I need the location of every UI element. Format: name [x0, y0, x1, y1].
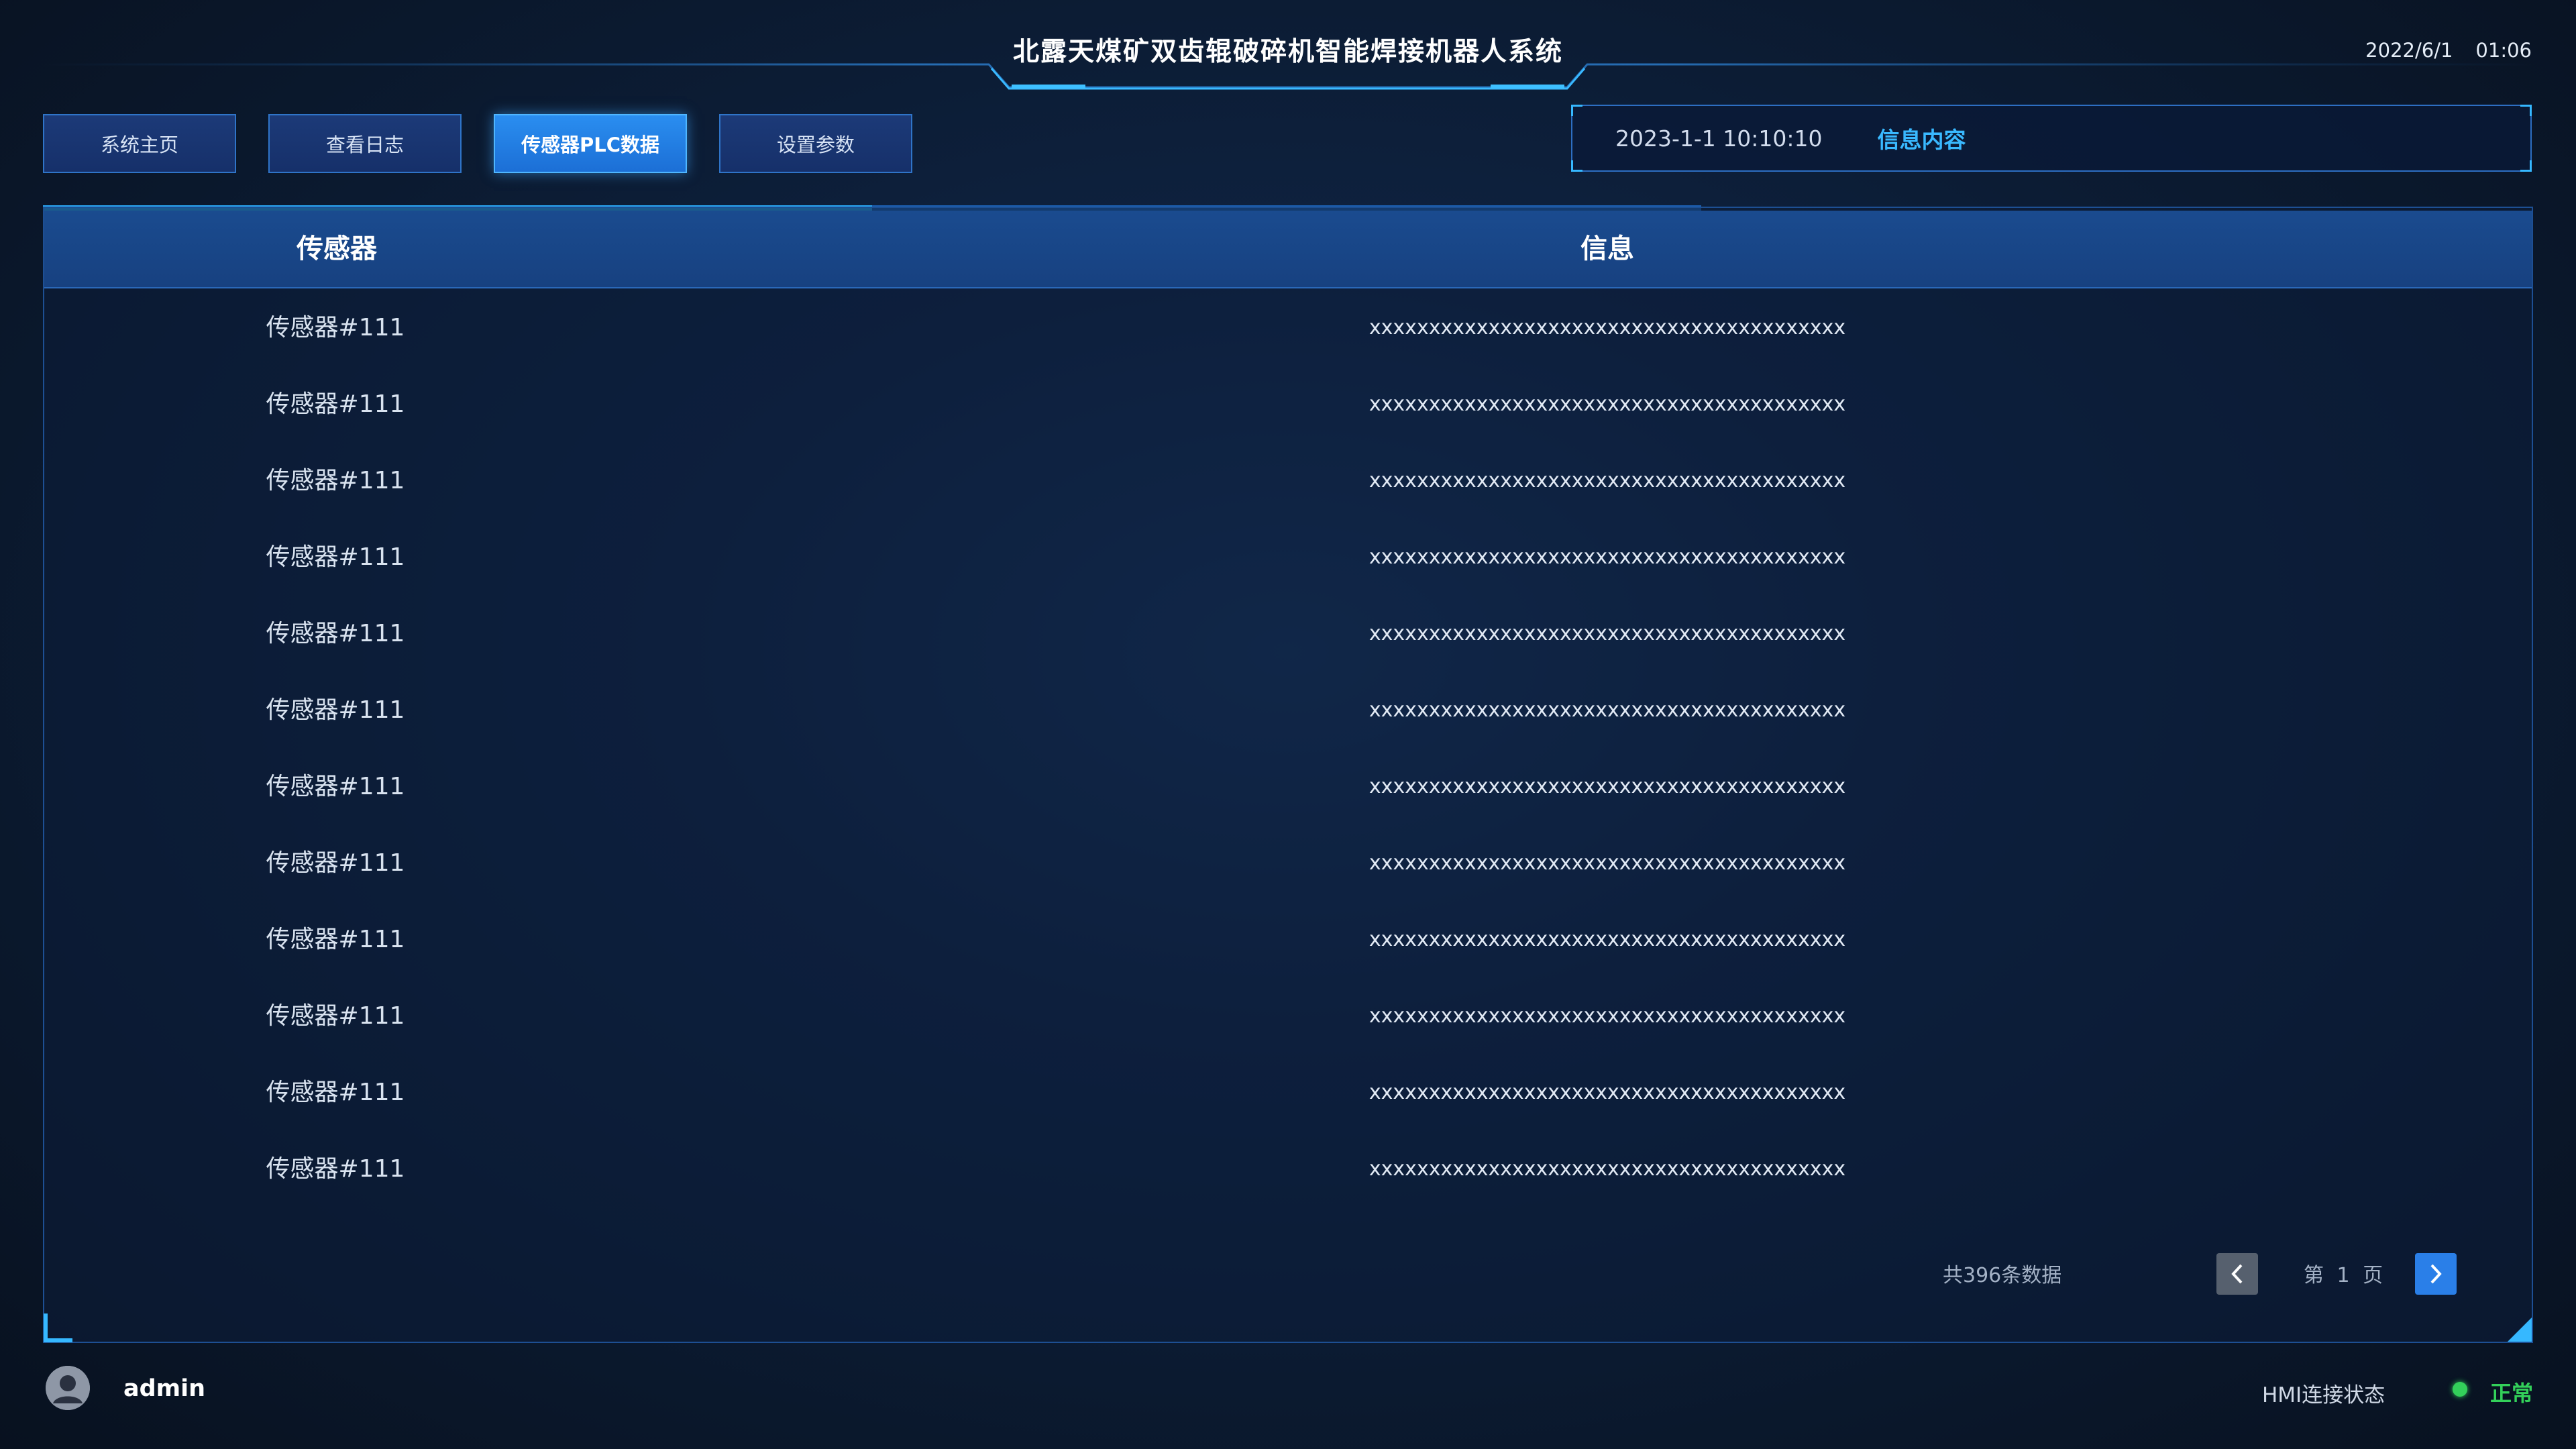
table-row[interactable]: 传感器#111 xxxxxxxxxxxxxxxxxxxxxxxxxxxxxxxx…: [44, 672, 2532, 749]
sensor-cell: 传感器#111: [266, 467, 405, 494]
corner-decoration: [2508, 1318, 2532, 1342]
hmi-connection-label: HMI连接状态: [2262, 1383, 2385, 1407]
corner-decoration: [1571, 105, 1582, 116]
sensor-cell: 传感器#111: [266, 1079, 405, 1106]
chevron-right-icon: [2430, 1264, 2442, 1284]
nav-button-logs[interactable]: 查看日志: [268, 114, 462, 173]
table-row[interactable]: 传感器#111 xxxxxxxxxxxxxxxxxxxxxxxxxxxxxxxx…: [44, 749, 2532, 825]
info-panel: 2023-1-1 10:10:10 信息内容: [1571, 105, 2532, 172]
status-indicator-icon: [2453, 1382, 2467, 1397]
info-cell: xxxxxxxxxxxxxxxxxxxxxxxxxxxxxxxxxxxxxxxx: [1368, 698, 1846, 722]
sensor-cell: 传感器#111: [266, 314, 405, 341]
info-cell: xxxxxxxxxxxxxxxxxxxxxxxxxxxxxxxxxxxxxxxx: [1368, 316, 1846, 339]
sensor-cell: 传感器#111: [266, 390, 405, 418]
table-row[interactable]: 传感器#111 xxxxxxxxxxxxxxxxxxxxxxxxxxxxxxxx…: [44, 978, 2532, 1055]
connection-status: 正常: [2490, 1381, 2534, 1406]
total-count: 共396条数据: [1943, 1264, 2062, 1287]
prev-page-button[interactable]: [2216, 1253, 2258, 1295]
next-page-button[interactable]: [2415, 1253, 2457, 1295]
avatar[interactable]: [46, 1366, 90, 1410]
table-row[interactable]: 传感器#111 xxxxxxxxxxxxxxxxxxxxxxxxxxxxxxxx…: [44, 1055, 2532, 1131]
sensor-cell: 传感器#111: [266, 1002, 405, 1030]
info-cell: xxxxxxxxxxxxxxxxxxxxxxxxxxxxxxxxxxxxxxxx: [1368, 622, 1846, 645]
info-cell: xxxxxxxxxxxxxxxxxxxxxxxxxxxxxxxxxxxxxxxx: [1368, 545, 1846, 569]
corner-decoration: [44, 1313, 72, 1342]
info-cell: xxxxxxxxxxxxxxxxxxxxxxxxxxxxxxxxxxxxxxxx: [1368, 928, 1846, 951]
table-row[interactable]: 传感器#111 xxxxxxxxxxxxxxxxxxxxxxxxxxxxxxxx…: [44, 519, 2532, 596]
table-header: 传感器 信息: [44, 211, 2532, 288]
username: admin: [123, 1375, 206, 1402]
sensor-cell: 传感器#111: [266, 926, 405, 953]
user-icon: [46, 1366, 90, 1410]
header-date: 2022/6/1: [2365, 39, 2453, 62]
corner-decoration: [2520, 160, 2532, 172]
table-row[interactable]: 传感器#111 xxxxxxxxxxxxxxxxxxxxxxxxxxxxxxxx…: [44, 902, 2532, 978]
chevron-left-icon: [2231, 1264, 2243, 1284]
header-datetime: 2022/6/1 01:06: [2365, 39, 2532, 62]
table-row[interactable]: 传感器#111 xxxxxxxxxxxxxxxxxxxxxxxxxxxxxxxx…: [44, 443, 2532, 519]
table-row[interactable]: 传感器#111 xxxxxxxxxxxxxxxxxxxxxxxxxxxxxxxx…: [44, 825, 2532, 902]
info-cell: xxxxxxxxxxxxxxxxxxxxxxxxxxxxxxxxxxxxxxxx: [1368, 851, 1846, 875]
column-header-info: 信息: [1580, 233, 1634, 264]
info-cell: xxxxxxxxxxxxxxxxxxxxxxxxxxxxxxxxxxxxxxxx: [1368, 1004, 1846, 1028]
info-content: 信息内容: [1877, 127, 1966, 153]
sensor-table: 传感器 信息 传感器#111 xxxxxxxxxxxxxxxxxxxxxxxxx…: [43, 207, 2533, 1343]
sensor-cell: 传感器#111: [266, 773, 405, 800]
info-cell: xxxxxxxxxxxxxxxxxxxxxxxxxxxxxxxxxxxxxxxx: [1368, 775, 1846, 798]
nav-button-sensor-plc-data[interactable]: 传感器PLC数据: [494, 114, 687, 173]
sensor-cell: 传感器#111: [266, 543, 405, 571]
table-row[interactable]: 传感器#111 xxxxxxxxxxxxxxxxxxxxxxxxxxxxxxxx…: [44, 366, 2532, 443]
sensor-cell: 传感器#111: [266, 1155, 405, 1183]
sensor-cell: 传感器#111: [266, 849, 405, 877]
info-cell: xxxxxxxxxxxxxxxxxxxxxxxxxxxxxxxxxxxxxxxx: [1368, 1081, 1846, 1104]
info-timestamp: 2023-1-1 10:10:10: [1615, 125, 1823, 152]
app-window: 北露天煤矿双齿辊破碎机智能焊接机器人系统 2022/6/1 01:06 系统主页…: [0, 0, 2576, 1449]
page-title: 北露天煤矿双齿辊破碎机智能焊接机器人系统: [1012, 37, 1563, 67]
header-time: 01:06: [2475, 39, 2532, 62]
nav-button-home[interactable]: 系统主页: [43, 114, 236, 173]
info-cell: xxxxxxxxxxxxxxxxxxxxxxxxxxxxxxxxxxxxxxxx: [1368, 1157, 1846, 1181]
sensor-cell: 传感器#111: [266, 620, 405, 647]
table-row[interactable]: 传感器#111 xxxxxxxxxxxxxxxxxxxxxxxxxxxxxxxx…: [44, 290, 2532, 366]
page-indicator: 第 1 页: [2304, 1264, 2383, 1287]
table-row[interactable]: 传感器#111 xxxxxxxxxxxxxxxxxxxxxxxxxxxxxxxx…: [44, 596, 2532, 672]
sensor-cell: 传感器#111: [266, 696, 405, 724]
info-cell: xxxxxxxxxxxxxxxxxxxxxxxxxxxxxxxxxxxxxxxx: [1368, 469, 1846, 492]
corner-decoration: [1571, 160, 1582, 172]
nav-button-settings[interactable]: 设置参数: [719, 114, 912, 173]
table-row[interactable]: 传感器#111 xxxxxxxxxxxxxxxxxxxxxxxxxxxxxxxx…: [44, 1131, 2532, 1208]
column-header-sensor: 传感器: [297, 233, 377, 264]
info-cell: xxxxxxxxxxxxxxxxxxxxxxxxxxxxxxxxxxxxxxxx: [1368, 392, 1846, 416]
corner-decoration: [2520, 105, 2532, 116]
